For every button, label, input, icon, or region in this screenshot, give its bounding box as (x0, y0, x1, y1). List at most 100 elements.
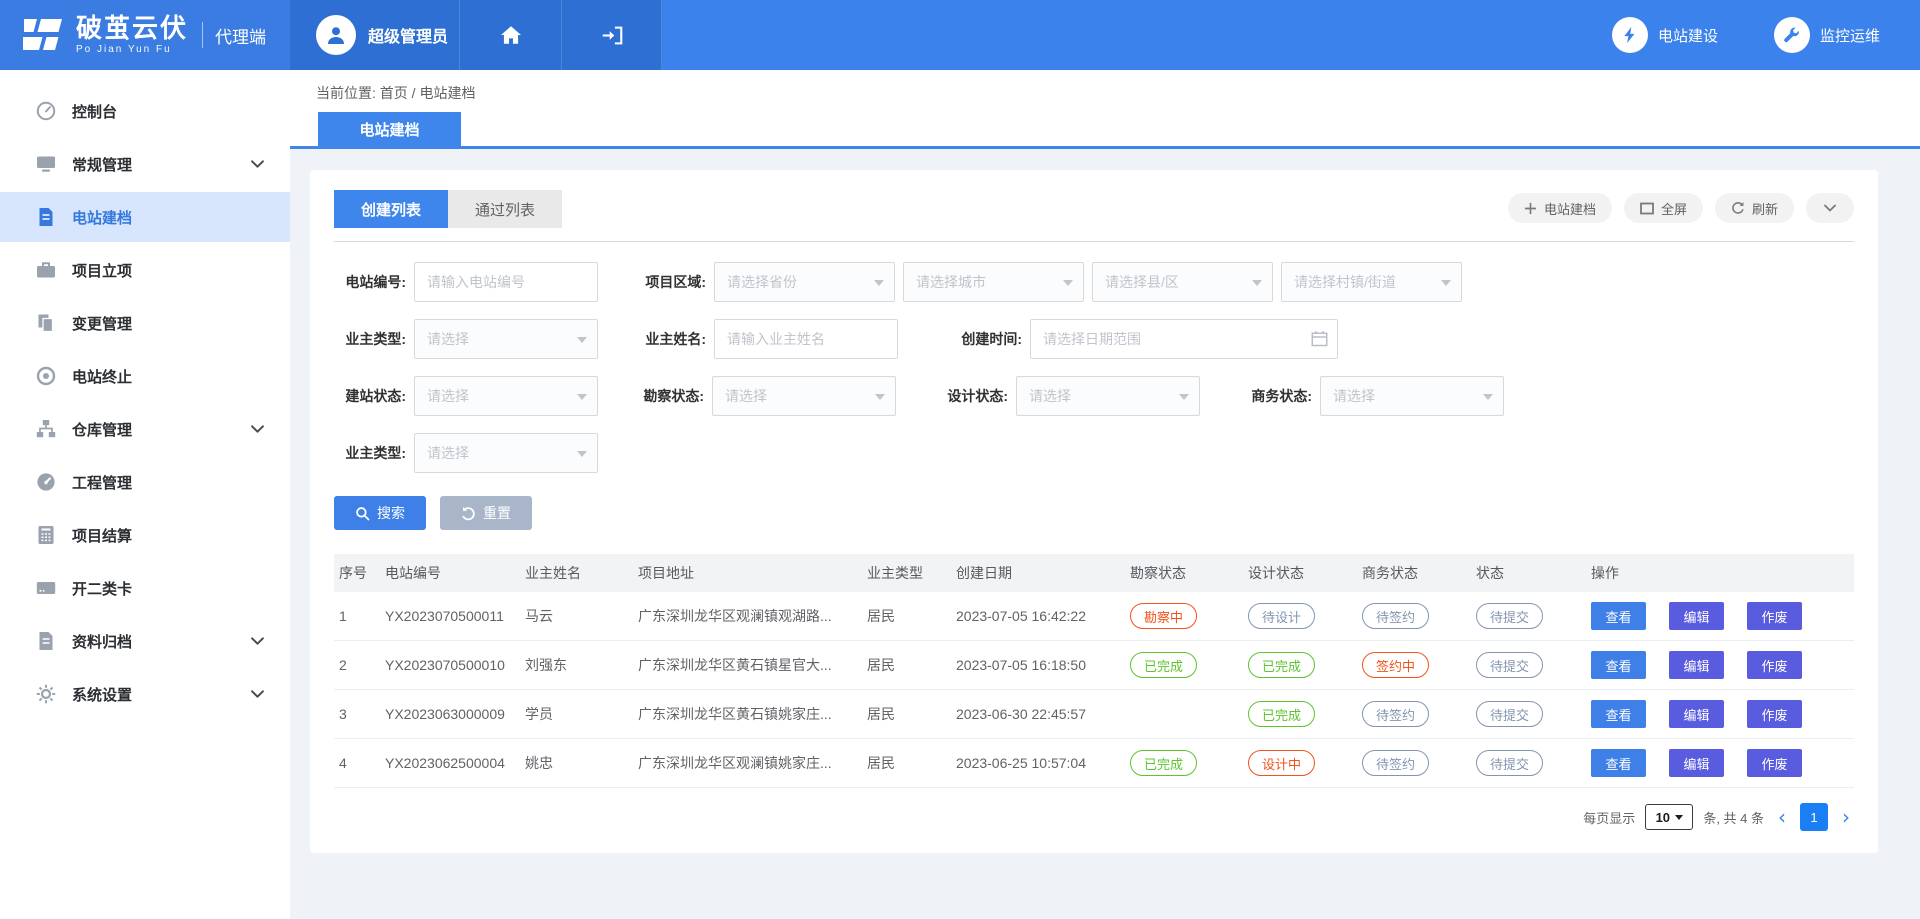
wrench-icon (1774, 17, 1810, 53)
chevron-down-icon (251, 690, 264, 698)
view-button[interactable]: 查看 (1591, 602, 1646, 630)
sidebar: 控制台 常规管理 电站建档 项目立项 变更管理 (0, 70, 290, 919)
select-placeholder: 请选择 (1333, 386, 1375, 406)
tab-create-list[interactable]: 创建列表 (334, 190, 448, 228)
reset-label: 重置 (483, 503, 511, 523)
next-page-button[interactable]: › (1838, 807, 1854, 827)
caret-down-icon (1675, 815, 1683, 820)
table-header: 序号 电站编号 业主姓名 项目地址 业主类型 创建日期 勘察状态 设计状态 商务… (334, 554, 1854, 592)
sidebar-item-label: 系统设置 (72, 684, 132, 705)
void-button[interactable]: 作废 (1747, 749, 1802, 777)
field-label: 业主姓名: (634, 329, 706, 349)
sidebar-item-project-initiation[interactable]: 项目立项 (0, 245, 290, 295)
home-button[interactable] (460, 0, 562, 70)
design-status-select[interactable]: 请选择 (1016, 376, 1200, 416)
refresh-label: 刷新 (1752, 199, 1778, 218)
view-button[interactable]: 查看 (1591, 651, 1646, 679)
station-table: 序号 电站编号 业主姓名 项目地址 业主类型 创建日期 勘察状态 设计状态 商务… (334, 554, 1854, 788)
view-button[interactable]: 查看 (1591, 700, 1646, 728)
view-button[interactable]: 查看 (1591, 749, 1646, 777)
edit-button[interactable]: 编辑 (1669, 602, 1724, 630)
field-owner-type: 业主类型: 请选择 (334, 319, 598, 359)
search-icon (355, 506, 370, 521)
sidebar-item-project-settlement[interactable]: 项目结算 (0, 510, 290, 560)
page-tab-station-archive[interactable]: 电站建档 (318, 112, 461, 146)
collapse-button[interactable] (1806, 193, 1854, 223)
date-range-picker[interactable] (1030, 319, 1338, 359)
owner-name-input[interactable] (714, 319, 898, 359)
status-badge: 设计中 (1248, 750, 1315, 776)
cell-station-no: YX2023063000009 (385, 706, 525, 722)
page-size-value: 10 (1656, 810, 1670, 825)
user-menu[interactable]: 超级管理员 (290, 0, 460, 70)
county-select[interactable]: 请选择县/区 (1092, 262, 1273, 302)
cell-owner: 学员 (525, 704, 638, 724)
owner-type-2-select[interactable]: 请选择 (414, 433, 598, 473)
refresh-button[interactable]: 刷新 (1715, 193, 1794, 223)
status-badge: 已完成 (1248, 701, 1315, 727)
cell-address: 广东深圳龙华区观澜镇姚家庄... (638, 753, 867, 773)
page-size-select[interactable]: 10 (1645, 804, 1693, 830)
create-station-button[interactable]: 电站建档 (1508, 193, 1612, 223)
cell-owner: 姚忠 (525, 753, 638, 773)
cell-address: 广东深圳龙华区黄石镇姚家庄... (638, 704, 867, 724)
sidebar-item-system-settings[interactable]: 系统设置 (0, 669, 290, 719)
sidebar-item-label: 电站建档 (72, 207, 132, 228)
module-monitor-ops[interactable]: 监控运维 (1774, 17, 1880, 53)
edit-button[interactable]: 编辑 (1669, 700, 1724, 728)
sidebar-item-change-mgmt[interactable]: 变更管理 (0, 298, 290, 348)
cell-owner: 马云 (525, 606, 638, 626)
void-button[interactable]: 作废 (1747, 651, 1802, 679)
page-size-prefix: 每页显示 (1583, 808, 1635, 827)
date-range-input[interactable] (1030, 319, 1338, 359)
refresh-icon (1731, 201, 1745, 215)
col-design: 设计状态 (1248, 563, 1362, 583)
sidebar-item-station-termination[interactable]: 电站终止 (0, 351, 290, 401)
col-created: 创建日期 (956, 563, 1130, 583)
caret-down-icon (1252, 280, 1262, 286)
cell-created: 2023-06-25 10:57:04 (956, 755, 1130, 771)
field-business-status: 商务状态: 请选择 (1240, 376, 1504, 416)
fullscreen-button[interactable]: 全屏 (1624, 193, 1703, 223)
field-owner-name: 业主姓名: (634, 319, 898, 359)
prev-page-button[interactable]: ‹ (1774, 807, 1790, 827)
status-badge: 待提交 (1476, 701, 1543, 727)
sidebar-item-open-class2-card[interactable]: 开二类卡 (0, 563, 290, 613)
row-actions: 查看 编辑 作废 (1591, 602, 1854, 630)
survey-status-select[interactable]: 请选择 (712, 376, 896, 416)
sidebar-item-console[interactable]: 控制台 (0, 86, 290, 136)
sidebar-item-label: 常规管理 (72, 154, 132, 175)
owner-type-select[interactable]: 请选择 (414, 319, 598, 359)
field-station-no: 电站编号: (334, 262, 598, 302)
sitemap-icon (36, 419, 56, 439)
current-page-button[interactable]: 1 (1800, 803, 1828, 831)
panel-card: 创建列表 通过列表 电站建档 全屏 (310, 170, 1878, 853)
module-station-build[interactable]: 电站建设 (1612, 17, 1718, 53)
build-status-select[interactable]: 请选择 (414, 376, 598, 416)
search-button[interactable]: 搜索 (334, 496, 426, 530)
void-button[interactable]: 作废 (1747, 700, 1802, 728)
town-select[interactable]: 请选择村镇/街道 (1281, 262, 1462, 302)
tab-passed-list[interactable]: 通过列表 (448, 190, 562, 228)
city-select[interactable]: 请选择城市 (903, 262, 1084, 302)
sidebar-item-warehouse-mgmt[interactable]: 仓库管理 (0, 404, 290, 454)
sidebar-item-general-mgmt[interactable]: 常规管理 (0, 139, 290, 189)
station-no-input[interactable] (414, 262, 598, 302)
sidebar-item-data-archive[interactable]: 资料归档 (0, 616, 290, 666)
select-placeholder: 请选择 (427, 386, 469, 406)
briefcase-icon (36, 260, 56, 280)
province-select[interactable]: 请选择省份 (714, 262, 895, 302)
edit-button[interactable]: 编辑 (1669, 651, 1724, 679)
logout-button[interactable] (562, 0, 662, 70)
filter-row-1: 电站编号: 项目区域: 请选择省份 请选择城市 请选择县/区 请选择村镇/街道 (334, 262, 1854, 302)
brand-text: 破茧云伏 Po Jian Yun Fu (76, 15, 188, 55)
edit-button[interactable]: 编辑 (1669, 749, 1724, 777)
reset-button[interactable]: 重置 (440, 496, 532, 530)
sidebar-item-engineering-mgmt[interactable]: 工程管理 (0, 457, 290, 507)
field-label: 业主类型: (334, 443, 406, 463)
void-button[interactable]: 作废 (1747, 602, 1802, 630)
business-status-select[interactable]: 请选择 (1320, 376, 1504, 416)
field-design-status: 设计状态: 请选择 (936, 376, 1200, 416)
document-icon (36, 207, 56, 227)
sidebar-item-station-archive[interactable]: 电站建档 (0, 192, 290, 242)
